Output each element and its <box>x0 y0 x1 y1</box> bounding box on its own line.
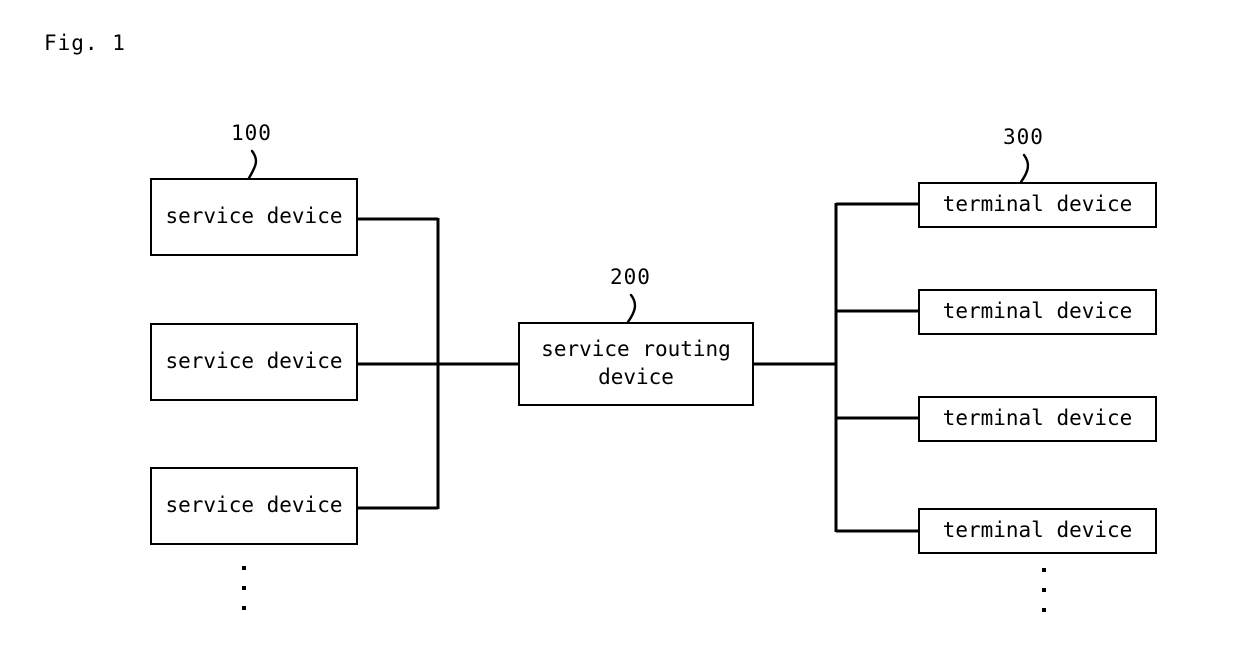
patent-figure-page: Fig. 1 100 200 300 service device servic… <box>0 0 1240 659</box>
ref-number-200: 200 <box>610 265 651 289</box>
ellipsis-dot <box>241 566 246 570</box>
terminal-devices-ellipsis <box>1041 568 1046 612</box>
ellipsis-dot <box>1041 568 1046 572</box>
terminal-device-box-2[interactable]: terminal device <box>918 289 1157 335</box>
service-device-box-1[interactable]: service device <box>150 178 358 256</box>
ellipsis-dot <box>1041 608 1046 612</box>
leader-line-100 <box>247 149 258 180</box>
service-devices-ellipsis <box>241 566 246 610</box>
terminal-device-label-2: terminal device <box>942 299 1133 324</box>
service-device-label-2: service device <box>165 349 343 374</box>
terminal-device-label-3: terminal device <box>942 406 1133 431</box>
service-device-box-2[interactable]: service device <box>150 323 358 401</box>
terminal-device-box-3[interactable]: terminal device <box>918 396 1157 442</box>
ellipsis-dot <box>1041 588 1046 592</box>
ellipsis-dot <box>241 586 246 590</box>
service-routing-device-box[interactable]: service routing device <box>518 322 754 406</box>
terminal-device-box-1[interactable]: terminal device <box>918 182 1157 228</box>
service-device-label-3: service device <box>165 493 343 518</box>
terminal-device-box-4[interactable]: terminal device <box>918 508 1157 554</box>
terminal-device-label-4: terminal device <box>942 518 1133 543</box>
ref-number-300: 300 <box>1003 125 1044 149</box>
service-device-label-1: service device <box>165 204 343 229</box>
leader-line-200 <box>626 293 637 324</box>
ref-number-100: 100 <box>231 121 272 145</box>
ellipsis-dot <box>241 606 246 610</box>
service-routing-device-label: service routing device <box>541 337 731 389</box>
terminal-device-label-1: terminal device <box>942 192 1133 217</box>
service-device-box-3[interactable]: service device <box>150 467 358 545</box>
leader-line-300 <box>1019 153 1030 184</box>
